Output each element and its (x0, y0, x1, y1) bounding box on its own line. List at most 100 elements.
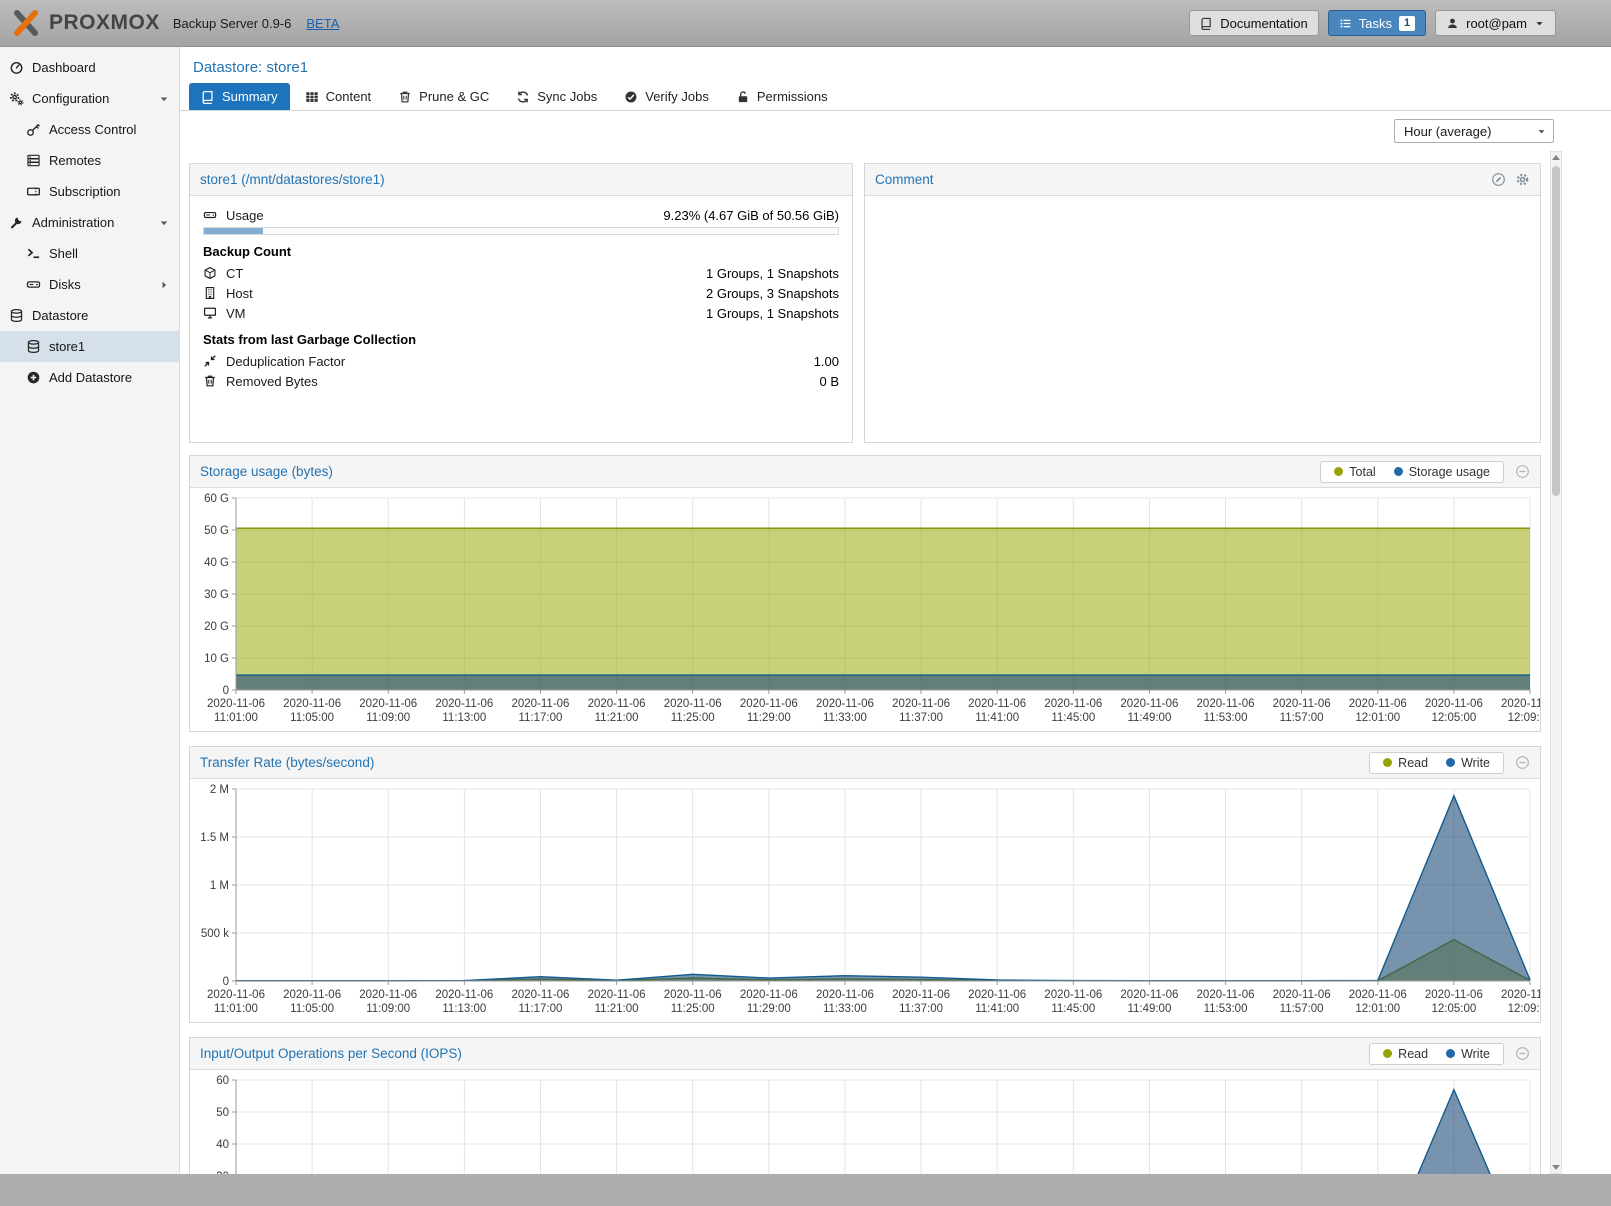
page-title: Datastore: store1 (180, 47, 1611, 79)
legend-item-storage-usage[interactable]: Storage usage (1394, 465, 1490, 479)
svg-text:2020-11-06: 2020-11-06 (207, 698, 265, 710)
trash-icon (203, 374, 217, 388)
brand-area: PROXMOX Backup Server 0.9-6 BETA (12, 9, 339, 37)
sidebar-label: Shell (49, 246, 78, 261)
sidebar-label: Datastore (32, 308, 88, 323)
panel-tools: Read Write (1369, 752, 1530, 774)
svg-text:60: 60 (216, 1075, 229, 1087)
svg-text:11:13:00: 11:13:00 (442, 1003, 486, 1015)
svg-text:11:45:00: 11:45:00 (1051, 1003, 1095, 1015)
documentation-label: Documentation (1220, 16, 1307, 31)
gear-icon[interactable] (1515, 172, 1530, 187)
sync-icon (516, 90, 530, 104)
svg-text:2020-11-06: 2020-11-06 (664, 989, 722, 1001)
check-circle-icon (624, 90, 638, 104)
legend-label: Write (1461, 756, 1490, 770)
beta-link[interactable]: BETA (306, 16, 339, 31)
svg-text:1 M: 1 M (210, 880, 229, 892)
tab-label: Prune & GC (419, 89, 489, 104)
backup-count-row-vm: VM 1 Groups, 1 Snapshots (203, 303, 839, 323)
sidebar-item-datastore[interactable]: Datastore (0, 300, 179, 331)
legend-dot (1334, 467, 1343, 476)
edit-circle-icon[interactable] (1491, 172, 1506, 187)
compress-icon (203, 354, 217, 368)
legend-item-read[interactable]: Read (1383, 756, 1428, 770)
legend-item-read[interactable]: Read (1383, 1047, 1428, 1061)
panel-title: Input/Output Operations per Second (IOPS… (200, 1046, 462, 1061)
collapse-icon[interactable] (1515, 464, 1530, 479)
tab-label: Summary (222, 89, 278, 104)
tab-sync-jobs[interactable]: Sync Jobs (504, 83, 609, 110)
panel-title: Comment (875, 172, 934, 187)
svg-text:11:25:00: 11:25:00 (671, 1003, 715, 1015)
sidebar-item-add-datastore[interactable]: Add Datastore (0, 362, 179, 393)
collapse-icon[interactable] (1515, 755, 1530, 770)
sidebar-item-dashboard[interactable]: Dashboard (0, 52, 179, 83)
sidebar-item-shell[interactable]: Shell (0, 238, 179, 269)
panel-tools: Total Storage usage (1320, 461, 1530, 483)
svg-text:2020-11-06: 2020-11-06 (588, 989, 646, 1001)
svg-text:2020-11-06: 2020-11-06 (892, 989, 950, 1001)
svg-text:2020-11-06: 2020-11-06 (1425, 989, 1483, 1001)
panel-title: Storage usage (bytes) (200, 464, 333, 479)
collapse-icon[interactable] (1515, 1046, 1530, 1061)
svg-text:11:29:00: 11:29:00 (747, 712, 791, 724)
chevron-down-icon (1536, 126, 1547, 137)
panel-header: Storage usage (bytes) Total Storage usage (190, 456, 1540, 488)
sidebar-item-access-control[interactable]: Access Control (0, 114, 179, 145)
storage-usage-chart: 010 G20 G30 G40 G50 G60 G2020-11-0611:01… (190, 488, 1540, 731)
tab-prune-gc[interactable]: Prune & GC (386, 83, 501, 110)
tab-summary[interactable]: Summary (189, 83, 290, 110)
top-bar: PROXMOX Backup Server 0.9-6 BETA Documen… (0, 0, 1611, 47)
sidebar-label: Configuration (32, 91, 109, 106)
user-label: root@pam (1466, 16, 1527, 31)
scroll-down-button[interactable] (1551, 1161, 1561, 1173)
scroll-thumb[interactable] (1552, 166, 1560, 496)
tab-permissions[interactable]: Permissions (724, 83, 840, 110)
usage-progress-bar (203, 227, 839, 235)
row-label-group: Host (203, 286, 253, 301)
legend-label: Read (1398, 1047, 1428, 1061)
svg-text:2020-11-06: 2020-11-06 (435, 989, 493, 1001)
svg-text:10 G: 10 G (204, 653, 229, 665)
transfer-rate-chart: 0500 k1 M1.5 M2 M2020-11-0611:01:002020-… (190, 779, 1540, 1022)
book-icon (201, 90, 215, 104)
iops-chart: 01020304050602020-11-0611:01:002020-11-0… (190, 1070, 1540, 1174)
scroll-up-button[interactable] (1551, 152, 1561, 164)
sidebar-label: Disks (49, 277, 81, 292)
svg-text:12:05:00: 12:05:00 (1431, 712, 1476, 724)
svg-text:2020-11-06: 2020-11-06 (359, 989, 417, 1001)
ct-label: CT (226, 266, 243, 281)
panel-tools (1491, 172, 1530, 187)
legend-dot (1394, 467, 1403, 476)
svg-text:11:37:00: 11:37:00 (899, 1003, 943, 1015)
legend-item-write[interactable]: Write (1446, 756, 1490, 770)
tab-verify-jobs[interactable]: Verify Jobs (612, 83, 721, 110)
svg-text:2020-11-06: 2020-11-06 (1501, 989, 1540, 1001)
chart-canvas: 0500 k1 M1.5 M2 M2020-11-0611:01:002020-… (190, 781, 1540, 1019)
sidebar-item-configuration[interactable]: Configuration (0, 83, 179, 114)
timeframe-value: Hour (average) (1404, 124, 1491, 139)
book-icon (1200, 17, 1213, 30)
vm-label: VM (226, 306, 246, 321)
documentation-button[interactable]: Documentation (1189, 10, 1318, 36)
svg-text:2020-11-06: 2020-11-06 (1349, 989, 1407, 1001)
user-menu-button[interactable]: root@pam (1435, 10, 1556, 36)
legend-item-total[interactable]: Total (1334, 465, 1375, 479)
sidebar-item-administration[interactable]: Administration (0, 207, 179, 238)
svg-text:2020-11-06: 2020-11-06 (740, 698, 798, 710)
timeframe-select[interactable]: Hour (average) (1394, 119, 1554, 143)
svg-text:11:21:00: 11:21:00 (595, 1003, 639, 1015)
usage-progress-fill (204, 228, 263, 234)
tab-content[interactable]: Content (293, 83, 384, 110)
sidebar-item-store1[interactable]: store1 (0, 331, 179, 362)
tasks-button[interactable]: Tasks 1 (1328, 10, 1426, 36)
svg-text:2020-11-06: 2020-11-06 (1120, 989, 1178, 1001)
sidebar-item-remotes[interactable]: Remotes (0, 145, 179, 176)
sidebar-item-disks[interactable]: Disks (0, 269, 179, 300)
legend-item-write[interactable]: Write (1446, 1047, 1490, 1061)
panel-title: Transfer Rate (bytes/second) (200, 755, 374, 770)
vertical-scrollbar[interactable] (1550, 151, 1562, 1174)
svg-text:11:41:00: 11:41:00 (975, 1003, 1019, 1015)
sidebar-item-subscription[interactable]: Subscription (0, 176, 179, 207)
